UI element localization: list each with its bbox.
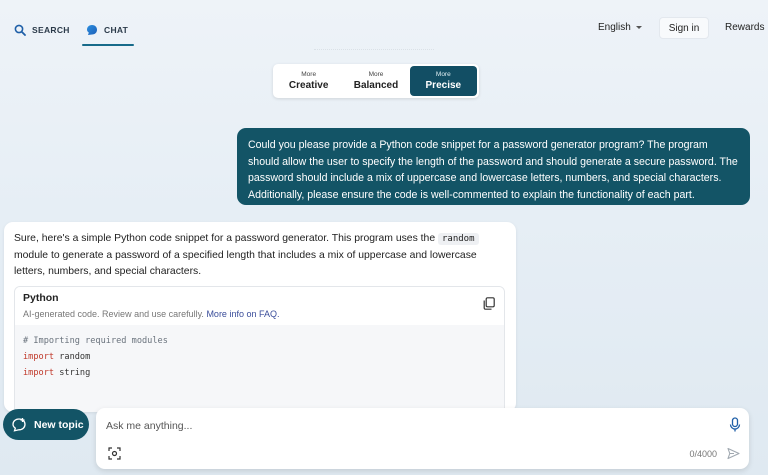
code-block-header: Python AI-generated code. Review and use… [15, 287, 504, 325]
tone-creative-prefix: More [301, 71, 317, 78]
tone-selector: More Creative More Balanced More Precise [273, 64, 479, 98]
tab-chat-underline [82, 44, 135, 46]
user-message: Could you please provide a Python code s… [237, 128, 750, 205]
tone-precise-label: Precise [425, 80, 462, 91]
tone-balanced-prefix: More [368, 71, 384, 78]
bot-intro-before: Sure, here's a simple Python code snippe… [14, 233, 438, 244]
send-icon[interactable] [727, 447, 740, 460]
code-note-text: AI-generated code. Review and use carefu… [23, 309, 207, 319]
character-counter: 0/4000 [689, 449, 717, 459]
code-disclaimer: AI-generated code. Review and use carefu… [23, 307, 496, 321]
new-topic-icon [12, 417, 26, 432]
tab-search-label: SEARCH [32, 25, 70, 35]
ask-input[interactable] [106, 417, 706, 435]
language-label: English [598, 22, 631, 33]
tone-precise-prefix: More [435, 71, 451, 78]
tone-balanced-label: Balanced [353, 80, 399, 91]
sign-in-button[interactable]: Sign in [659, 17, 709, 39]
tone-precise-button[interactable]: More Precise [409, 66, 477, 96]
image-scan-icon[interactable] [108, 447, 121, 460]
code-line: import random [23, 349, 496, 365]
code-line: # Importing required modules [23, 336, 168, 346]
faint-divider [314, 44, 434, 50]
code-block: Python AI-generated code. Review and use… [14, 286, 505, 412]
tone-creative-button[interactable]: More Creative [275, 66, 342, 96]
code-line: import string [23, 365, 496, 381]
search-icon [14, 24, 26, 36]
code-body: # Importing required modules import rand… [15, 325, 504, 412]
new-topic-label: New topic [34, 418, 84, 431]
bot-message: Sure, here's a simple Python code snippe… [4, 222, 516, 412]
tab-search[interactable]: SEARCH [14, 18, 70, 42]
rewards-link[interactable]: Rewards [725, 22, 764, 33]
code-text: string [54, 368, 91, 378]
faq-link[interactable]: More info on FAQ. [206, 309, 279, 319]
composer-box: 0/4000 [96, 408, 749, 469]
tab-chat[interactable]: CHAT [82, 18, 135, 46]
code-keyword: import [23, 368, 55, 378]
copy-icon[interactable] [483, 297, 495, 310]
tone-creative-label: Creative [288, 80, 329, 91]
bot-intro-after: module to generate a password of a speci… [14, 249, 477, 278]
tab-chat-label: CHAT [104, 25, 129, 35]
chat-icon [87, 25, 97, 35]
language-selector[interactable]: English [598, 22, 642, 33]
microphone-icon[interactable] [729, 417, 741, 433]
code-keyword: import [23, 352, 55, 362]
code-text: random [54, 352, 91, 362]
code-language: Python [23, 292, 59, 304]
bot-intro-text: Sure, here's a simple Python code snippe… [14, 231, 506, 281]
new-topic-button[interactable]: New topic [3, 409, 89, 440]
tone-balanced-button[interactable]: More Balanced [342, 66, 409, 96]
chevron-down-icon [635, 26, 642, 29]
inline-code-random: random [438, 233, 479, 245]
